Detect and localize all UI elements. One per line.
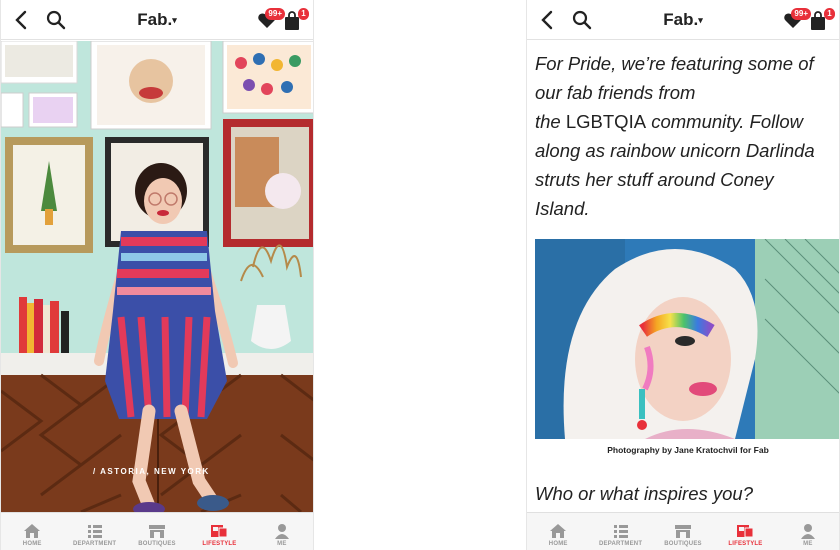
- rainbow-makeup-portrait-illustration: [535, 239, 839, 439]
- lifestyle-icon: [211, 525, 228, 538]
- nav-tab-me[interactable]: ME: [777, 513, 839, 550]
- nav-tab-label: BOUTIQUES: [664, 541, 702, 547]
- person-icon: [274, 524, 289, 539]
- nav-tab-label: LIFESTYLE: [728, 541, 763, 547]
- person-icon: [800, 524, 815, 539]
- cart-count-badge: 1: [298, 8, 309, 20]
- home-icon: [550, 524, 567, 538]
- nav-tab-home[interactable]: HOME: [1, 513, 63, 550]
- nav-tab-label: LIFESTYLE: [202, 541, 237, 547]
- nav-tab-boutiques[interactable]: BOUTIQUES: [652, 513, 714, 550]
- nav-tab-label: HOME: [548, 541, 568, 547]
- acronym-lgbtqia: LGBTQIA: [565, 111, 647, 132]
- bottom-nav-bar: HOME DEPARTMENT BOUTIQUES LIFESTYLE ME: [1, 512, 313, 550]
- top-bar: Fab.▾ 99+ 1: [527, 0, 839, 40]
- top-bar: Fab.▾ 99+ 1: [1, 0, 313, 40]
- nav-tab-label: ME: [803, 541, 813, 547]
- home-icon: [24, 524, 41, 538]
- intro-line: For Pride, we’re featuring some of: [535, 53, 814, 74]
- intro-line: Island.: [535, 198, 590, 219]
- chevron-down-icon: ▾: [172, 15, 177, 26]
- intro-line: our fab friends from: [535, 82, 696, 103]
- woman-on-sideboard-illustration: [1, 41, 313, 512]
- article-photo: [535, 239, 839, 439]
- nav-tab-me[interactable]: ME: [251, 513, 313, 550]
- article-intro: For Pride, we’re featuring some of our f…: [535, 49, 835, 223]
- intro-line: along as rainbow unicorn Darlinda: [535, 140, 815, 161]
- nav-tab-lifestyle[interactable]: LIFESTYLE: [714, 513, 776, 550]
- list-icon: [87, 525, 102, 538]
- nav-tab-label: ME: [277, 541, 287, 547]
- nav-tab-label: DEPARTMENT: [598, 541, 643, 547]
- nav-tab-lifestyle[interactable]: LIFESTYLE: [188, 513, 250, 550]
- location-caption: / ASTORIA, NEW YORK: [93, 467, 210, 476]
- phone-screen-right: Fab.▾ 99+ 1 For Pride, we’re featuring s…: [526, 0, 840, 550]
- intro-line: struts her stuff around Coney: [535, 169, 774, 190]
- list-icon: [613, 525, 628, 538]
- nav-tab-home[interactable]: HOME: [527, 513, 589, 550]
- nav-tab-department[interactable]: DEPARTMENT: [589, 513, 651, 550]
- nav-tab-boutiques[interactable]: BOUTIQUES: [126, 513, 188, 550]
- chevron-down-icon: ▾: [698, 15, 703, 26]
- intro-line: the LGBTQIA community. Follow: [535, 111, 804, 132]
- nav-tab-label: HOME: [22, 541, 42, 547]
- hero-photo: / ASTORIA, NEW YORK: [1, 41, 313, 512]
- nav-tab-label: DEPARTMENT: [72, 541, 117, 547]
- store-icon: [149, 525, 166, 538]
- nav-tab-department[interactable]: DEPARTMENT: [63, 513, 125, 550]
- section-heading: Who or what inspires you?: [535, 483, 753, 504]
- store-icon: [675, 525, 692, 538]
- phone-screen-left: Fab.▾ 99+ 1 / ASTORIA, NEW YORK HOME DEP…: [0, 0, 314, 550]
- bottom-nav-bar: HOME DEPARTMENT BOUTIQUES LIFESTYLE ME: [527, 512, 839, 550]
- nav-tab-label: BOUTIQUES: [138, 541, 176, 547]
- photo-credit: Photography by Jane Kratochvil for Fab: [607, 445, 769, 455]
- article-content: For Pride, we’re featuring some of our f…: [527, 41, 839, 512]
- cart-count-badge: 1: [824, 8, 835, 20]
- lifestyle-icon: [737, 525, 754, 538]
